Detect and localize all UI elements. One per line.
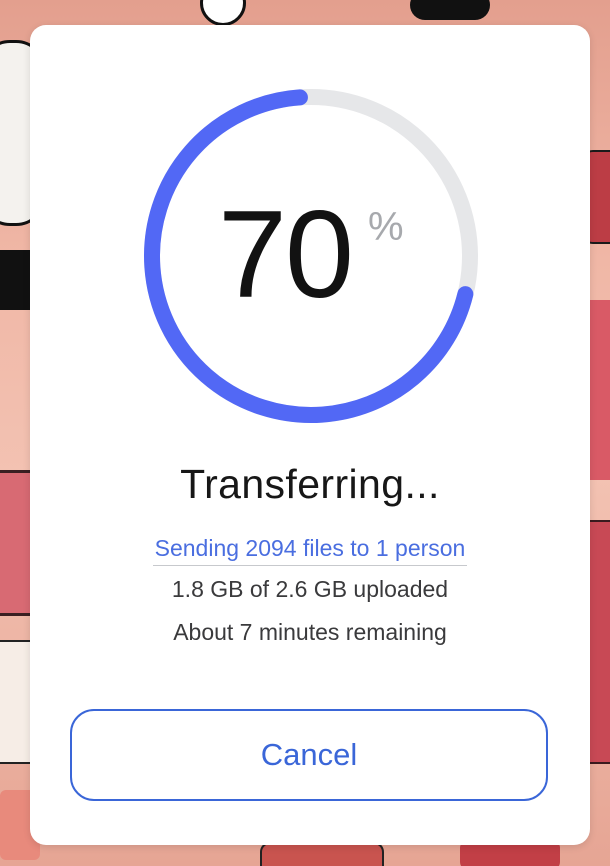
cancel-button-label: Cancel — [260, 737, 358, 772]
transfer-dialog: 70 % Transferring... Sending 2094 files … — [30, 25, 590, 845]
progress-percentage: 70 % — [30, 186, 590, 324]
upload-size-status: 1.8 GB of 2.6 GB uploaded — [171, 576, 449, 602]
dialog-title: Transferring... — [180, 461, 440, 507]
recipients-link[interactable]: Sending 2094 files to 1 person — [152, 532, 468, 566]
time-remaining-status: About 7 minutes remaining — [173, 619, 447, 645]
recipients-link-wrapper: Sending 2094 files to 1 person — [30, 532, 590, 566]
percent-value: 70 — [218, 186, 354, 324]
percent-sign: % — [368, 205, 404, 249]
cancel-button[interactable]: Cancel — [70, 709, 548, 801]
